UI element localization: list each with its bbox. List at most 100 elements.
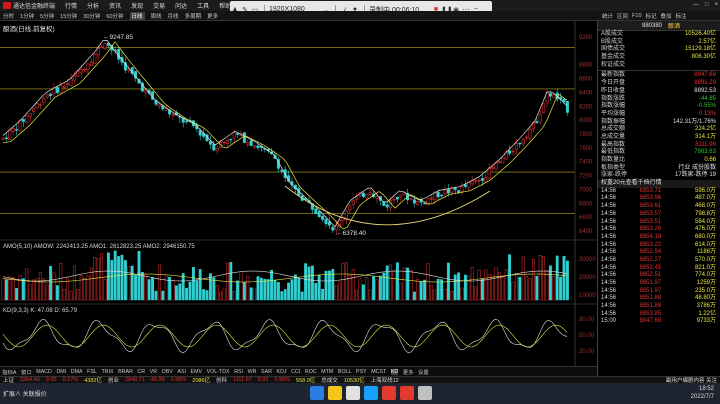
indicator-tab[interactable]: 更多: [403, 368, 414, 376]
candle-body: [164, 108, 168, 111]
volume-bar: [300, 291, 304, 301]
index-code: 880380: [642, 22, 663, 29]
stat-row-label: 国债成交: [601, 46, 626, 53]
menu-tools[interactable]: 工具: [197, 1, 209, 10]
menu-quotes[interactable]: 行情: [65, 1, 77, 10]
indicator-tab[interactable]: EMV: [191, 369, 202, 375]
quote-row-label: 总成交额: [601, 126, 626, 133]
maximize-button[interactable]: □: [705, 2, 709, 8]
right-tool-button[interactable]: 叠加: [661, 12, 672, 20]
indicator-tab[interactable]: MACD: [36, 369, 52, 375]
volume-bar: [358, 278, 362, 301]
indicator-tab[interactable]: RSI: [234, 369, 243, 375]
indicator-tab[interactable]: KD: [390, 368, 399, 375]
indicator-tab[interactable]: TRIX: [101, 369, 113, 375]
volume-bar: [392, 270, 396, 301]
indicator-tab[interactable]: MTM: [321, 369, 333, 375]
indicator-tab[interactable]: DMI: [56, 369, 66, 375]
period-tab[interactable]: 30分钟: [83, 12, 100, 20]
period-tab[interactable]: 60分钟: [106, 12, 123, 20]
close-button[interactable]: ×: [714, 2, 718, 8]
indicator-tab[interactable]: PSY: [356, 369, 367, 375]
period-tab[interactable]: 月线: [168, 12, 179, 20]
kdj-axis-label: 20.00: [579, 349, 595, 355]
volume-bar: [15, 288, 19, 301]
taskbar-app-icon[interactable]: [310, 386, 324, 400]
candle-body: [528, 129, 532, 139]
indicator-tab[interactable]: MCST: [371, 369, 386, 375]
menu-trade[interactable]: 交易: [153, 1, 165, 10]
indicator-tab[interactable]: 指标A: [2, 368, 16, 376]
stat-row: 权证成交: [598, 62, 720, 70]
period-tab[interactable]: 5分钟: [40, 12, 54, 20]
quote-row-label: 涨家-跌停: [601, 172, 627, 179]
candle-body: [521, 139, 525, 145]
right-tool-button[interactable]: 标注: [676, 12, 687, 20]
quote-row-label: 平均涨幅: [601, 110, 626, 117]
candle-body: [38, 104, 42, 106]
right-tool-button[interactable]: 区间: [617, 12, 628, 20]
volume-bar: [236, 280, 240, 301]
period-tab[interactable]: 分时: [3, 12, 14, 20]
amo-axis-label: 30000: [579, 257, 596, 263]
indicator-tab[interactable]: VR: [150, 369, 157, 375]
right-tool-button[interactable]: 统计: [602, 12, 613, 20]
menu-discover[interactable]: 发现: [131, 1, 143, 10]
stat-row-label: 基金成交: [601, 54, 626, 61]
indicator-tab[interactable]: CR: [137, 369, 145, 375]
volume-bar: [545, 269, 549, 301]
taskbar-app-icon[interactable]: [346, 386, 360, 400]
tick-price: 8853.96: [639, 195, 662, 202]
tick-time: 14:56: [601, 218, 617, 225]
indicator-tab[interactable]: 设置: [418, 368, 429, 376]
quote-row-value: 224.2亿: [694, 126, 716, 133]
indicator-tab[interactable]: CCI: [291, 369, 300, 375]
minimize-button[interactable]: —: [693, 2, 699, 8]
volume-bar: [467, 275, 471, 301]
tick-time: 14:56: [601, 295, 617, 302]
period-tab[interactable]: 1分钟: [20, 12, 34, 20]
indicator-tab[interactable]: VOL-TDX: [207, 369, 230, 375]
period-tab[interactable]: 15分钟: [60, 12, 77, 20]
period-tab[interactable]: 周线: [151, 12, 162, 20]
volume-bar: [443, 288, 447, 301]
taskbar-app-icon[interactable]: [364, 386, 378, 400]
right-tool-button[interactable]: 标记: [646, 12, 657, 20]
system-clock[interactable]: 18:52 2022/7/7: [691, 385, 714, 401]
volume-bar: [338, 281, 342, 301]
menu-wenda[interactable]: 问达: [175, 1, 187, 10]
period-tab[interactable]: 更多: [207, 12, 218, 20]
tick-time: 14:56: [601, 233, 617, 240]
volume-bar: [195, 280, 199, 301]
indicator-tab[interactable]: DMA: [71, 369, 83, 375]
period-tab[interactable]: 多周期: [185, 12, 202, 20]
chart-area[interactable]: 9200 8800 8600 8400 8200 8000 7800 7600 7400 7200…: [0, 21, 600, 376]
taskbar-app-icon[interactable]: [328, 386, 342, 400]
indicator-tab[interactable]: BRAR: [118, 369, 133, 375]
right-tool-button[interactable]: F10: [632, 13, 641, 19]
indicator-tab[interactable]: SAR: [261, 369, 272, 375]
candle-body: [446, 188, 450, 194]
indicator-tab[interactable]: 窗口: [21, 368, 32, 376]
indicator-tab[interactable]: ROC: [305, 369, 317, 375]
candle-body: [49, 93, 53, 96]
indicator-tab[interactable]: BOLL: [338, 369, 352, 375]
candle-body: [351, 200, 355, 205]
taskbar-app-icon[interactable]: [382, 386, 396, 400]
menu-analysis[interactable]: 分析: [87, 1, 99, 10]
taskbar-app-icon[interactable]: [418, 386, 432, 400]
tick-header[interactable]: 权重20元查看千档行情: [598, 180, 720, 188]
indicator-tab[interactable]: FSL: [87, 369, 97, 375]
taskbar-app-icon[interactable]: [400, 386, 414, 400]
indicator-tab[interactable]: WR: [248, 369, 257, 375]
menu-news[interactable]: 资讯: [109, 1, 121, 10]
kline-chart-svg[interactable]: 9200 8800 8600 8400 8200 8000 7800 7600 7400 7200…: [0, 21, 600, 376]
quote-row-value: 8847.68: [694, 72, 716, 79]
indicator-tab[interactable]: OBV: [162, 369, 173, 375]
volume-bar: [21, 278, 25, 301]
candle-body: [198, 130, 202, 136]
indicator-tab[interactable]: KDJ: [277, 369, 287, 375]
period-tab[interactable]: 日线: [129, 11, 145, 20]
indicator-tab[interactable]: ASI: [177, 369, 186, 375]
candle-body: [480, 178, 484, 181]
